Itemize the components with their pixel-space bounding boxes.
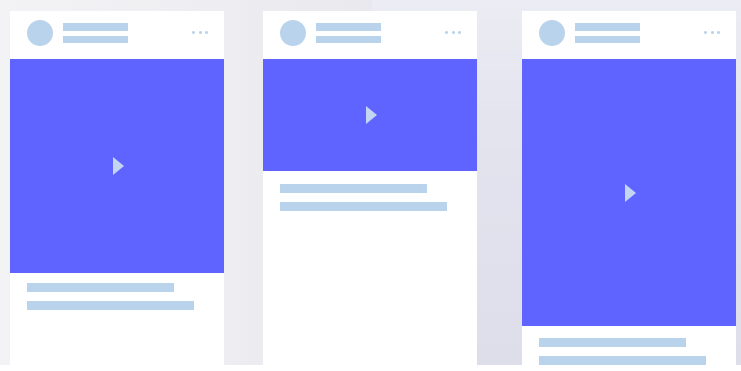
play-icon[interactable] xyxy=(113,157,124,175)
video-thumbnail[interactable] xyxy=(263,59,477,171)
avatar[interactable] xyxy=(27,20,53,46)
feed-card xyxy=(10,11,224,371)
caption-line-placeholder xyxy=(27,283,174,292)
author-name-placeholder xyxy=(63,23,128,31)
avatar[interactable] xyxy=(280,20,306,46)
author-name-placeholder xyxy=(316,23,381,31)
author-name-placeholder xyxy=(575,23,640,31)
author-meta-placeholder xyxy=(316,36,381,43)
more-options-icon[interactable] xyxy=(192,31,208,35)
feed-card xyxy=(522,11,736,371)
video-thumbnail[interactable] xyxy=(522,59,736,326)
more-options-icon[interactable] xyxy=(445,31,461,35)
caption-line-placeholder xyxy=(27,301,194,310)
more-options-icon[interactable] xyxy=(704,31,720,35)
avatar[interactable] xyxy=(539,20,565,46)
caption-line-placeholder xyxy=(280,202,447,211)
play-icon[interactable] xyxy=(366,106,377,124)
play-icon[interactable] xyxy=(625,183,636,202)
feed-card xyxy=(263,11,477,371)
caption-line-placeholder xyxy=(280,184,427,193)
caption-line-placeholder xyxy=(539,356,706,365)
author-meta-placeholder xyxy=(575,36,640,43)
caption-line-placeholder xyxy=(539,338,686,347)
video-thumbnail[interactable] xyxy=(10,59,224,273)
author-meta-placeholder xyxy=(63,36,128,43)
